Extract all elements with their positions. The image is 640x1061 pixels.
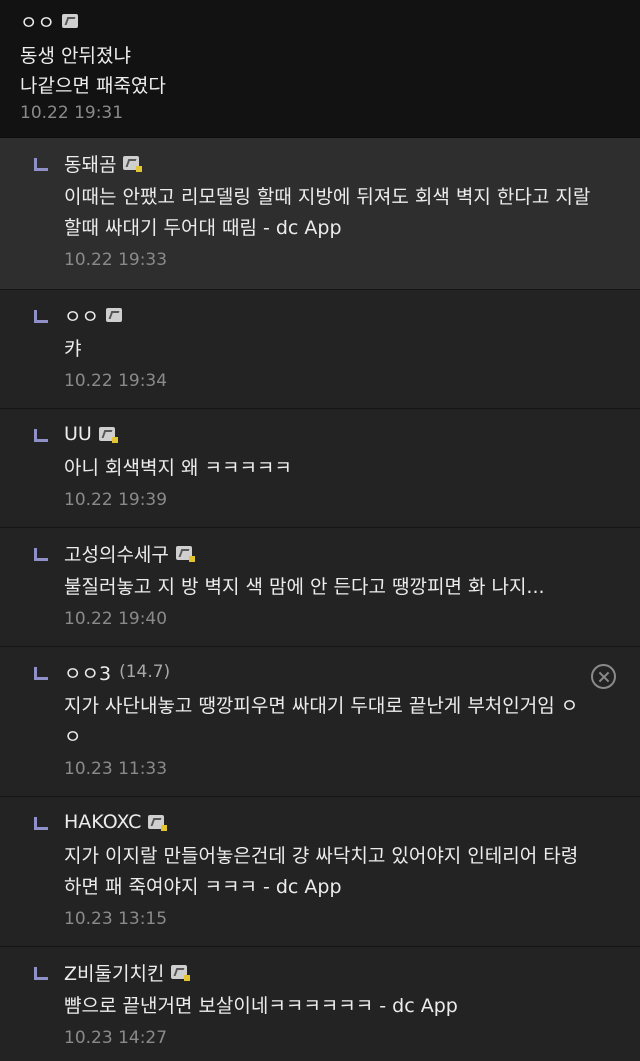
reply-ip: (14.7) bbox=[119, 662, 171, 682]
comment-timestamp: 10.22 19:31 bbox=[20, 103, 124, 123]
reply-timestamp: 10.22 19:40 bbox=[64, 609, 168, 629]
reply-arrow-icon bbox=[34, 429, 48, 442]
fixed-gallog-icon[interactable] bbox=[171, 965, 191, 981]
comment-author-row: ㅇㅇ bbox=[20, 5, 620, 37]
comment-text-line: 동생 안뒤졌냐 bbox=[20, 45, 131, 67]
reply-arrow-icon bbox=[34, 310, 48, 323]
gallog-icon[interactable] bbox=[61, 14, 78, 28]
reply-item[interactable]: HAKOXC 지가 이지랄 만들어놓은건데 걍 싸닥치고 있어야지 인테리어 타… bbox=[0, 797, 640, 947]
reply-timestamp: 10.23 14:27 bbox=[64, 1028, 168, 1048]
reply-item[interactable]: ㅇㅇ3 (14.7) 지가 사단내놓고 땡깡피우면 싸대기 두대로 끝난게 부처… bbox=[0, 647, 640, 797]
reply-nickname[interactable]: Z비둘기치킨 bbox=[64, 959, 164, 986]
delete-reply-button[interactable] bbox=[591, 664, 616, 689]
reply-nickname[interactable]: ㅇㅇ3 bbox=[64, 659, 111, 686]
reply-text-line: 이때는 안팼고 리모델링 할때 지방에 뒤져도 회색 벽지 한다고 지랄 bbox=[64, 186, 591, 208]
reply-timestamp: 10.22 19:39 bbox=[64, 490, 168, 510]
reply-author-row: 동돼곰 bbox=[64, 148, 616, 178]
reply-author-row: Z비둘기치킨 bbox=[64, 957, 616, 987]
reply-arrow-icon bbox=[34, 667, 48, 680]
reply-nickname[interactable]: HAKOXC bbox=[64, 811, 141, 833]
comment-text-line: 나같으면 패죽였다 bbox=[20, 75, 166, 97]
reply-nickname[interactable]: 동돼곰 bbox=[64, 150, 116, 177]
fixed-gallog-icon[interactable] bbox=[175, 546, 195, 562]
reply-arrow-icon bbox=[34, 548, 48, 561]
reply-text-line: 하면 패 죽여야지 ㅋㅋㅋ - dc App bbox=[64, 876, 342, 898]
reply-text-line: 캬 bbox=[64, 338, 82, 360]
fixed-gallog-icon[interactable] bbox=[98, 427, 118, 443]
reply-item[interactable]: UU 아니 회색벽지 왜 ㅋㅋㅋㅋㅋ 10.22 19:39 bbox=[0, 409, 640, 528]
reply-text-line: ㅇ bbox=[64, 726, 82, 748]
reply-timestamp: 10.22 19:34 bbox=[64, 371, 168, 391]
reply-author-row: ㅇㅇ bbox=[64, 300, 616, 330]
reply-text-line: 불질러놓고 지 방 벽지 색 맘에 안 든다고 땡깡피면 화 나지... bbox=[64, 576, 545, 598]
reply-timestamp: 10.23 11:33 bbox=[64, 759, 168, 779]
gallog-icon[interactable] bbox=[105, 308, 122, 322]
reply-timestamp: 10.22 19:33 bbox=[64, 250, 168, 270]
comment-nickname[interactable]: ㅇㅇ bbox=[20, 8, 55, 35]
reply-author-row: UU bbox=[64, 419, 616, 449]
reply-item[interactable]: 고성의수세구 불질러놓고 지 방 벽지 색 맘에 안 든다고 땡깡피면 화 나지… bbox=[0, 528, 640, 647]
reply-author-row: HAKOXC bbox=[64, 807, 616, 837]
reply-text-line: 뺨으로 끝낸거면 보살이네ㅋㅋㅋㅋㅋㅋ - dc App bbox=[64, 995, 458, 1017]
reply-text-line: 아니 회색벽지 왜 ㅋㅋㅋㅋㅋ bbox=[64, 457, 292, 479]
reply-nickname[interactable]: UU bbox=[64, 423, 92, 445]
reply-author-row: 고성의수세구 bbox=[64, 538, 616, 568]
reply-nickname[interactable]: 고성의수세구 bbox=[64, 540, 169, 567]
reply-arrow-icon bbox=[34, 967, 48, 980]
reply-text-line: 지가 이지랄 만들어놓은건데 걍 싸닥치고 있어야지 인테리어 타령 bbox=[64, 845, 579, 867]
reply-timestamp: 10.23 13:15 bbox=[64, 909, 168, 929]
parent-comment: ㅇㅇ 동생 안뒤졌냐 나같으면 패죽였다 10.22 19:31 bbox=[0, 0, 640, 138]
reply-text-line: 지가 사단내놓고 땡깡피우면 싸대기 두대로 끝난게 부처인거임 ㅇ bbox=[64, 695, 579, 717]
fixed-gallog-icon[interactable] bbox=[123, 156, 143, 172]
reply-item[interactable]: 동돼곰 이때는 안팼고 리모델링 할때 지방에 뒤져도 회색 벽지 한다고 지랄… bbox=[0, 138, 640, 290]
reply-item[interactable]: ㅇㅇ 캬 10.22 19:34 bbox=[0, 290, 640, 409]
reply-author-row: ㅇㅇ3 (14.7) bbox=[64, 657, 616, 687]
reply-text-line: 할때 싸대기 두어대 때림 - dc App bbox=[64, 217, 342, 239]
reply-item[interactable]: Z비둘기치킨 뺨으로 끝낸거면 보살이네ㅋㅋㅋㅋㅋㅋ - dc App 10.2… bbox=[0, 947, 640, 1061]
reply-arrow-icon bbox=[34, 817, 48, 830]
fixed-gallog-icon[interactable] bbox=[148, 815, 168, 831]
reply-arrow-icon bbox=[34, 158, 48, 171]
reply-nickname[interactable]: ㅇㅇ bbox=[64, 302, 99, 329]
comment-thread: ㅇㅇ 동생 안뒤졌냐 나같으면 패죽였다 10.22 19:31 동돼곰 이때는… bbox=[0, 0, 640, 1061]
